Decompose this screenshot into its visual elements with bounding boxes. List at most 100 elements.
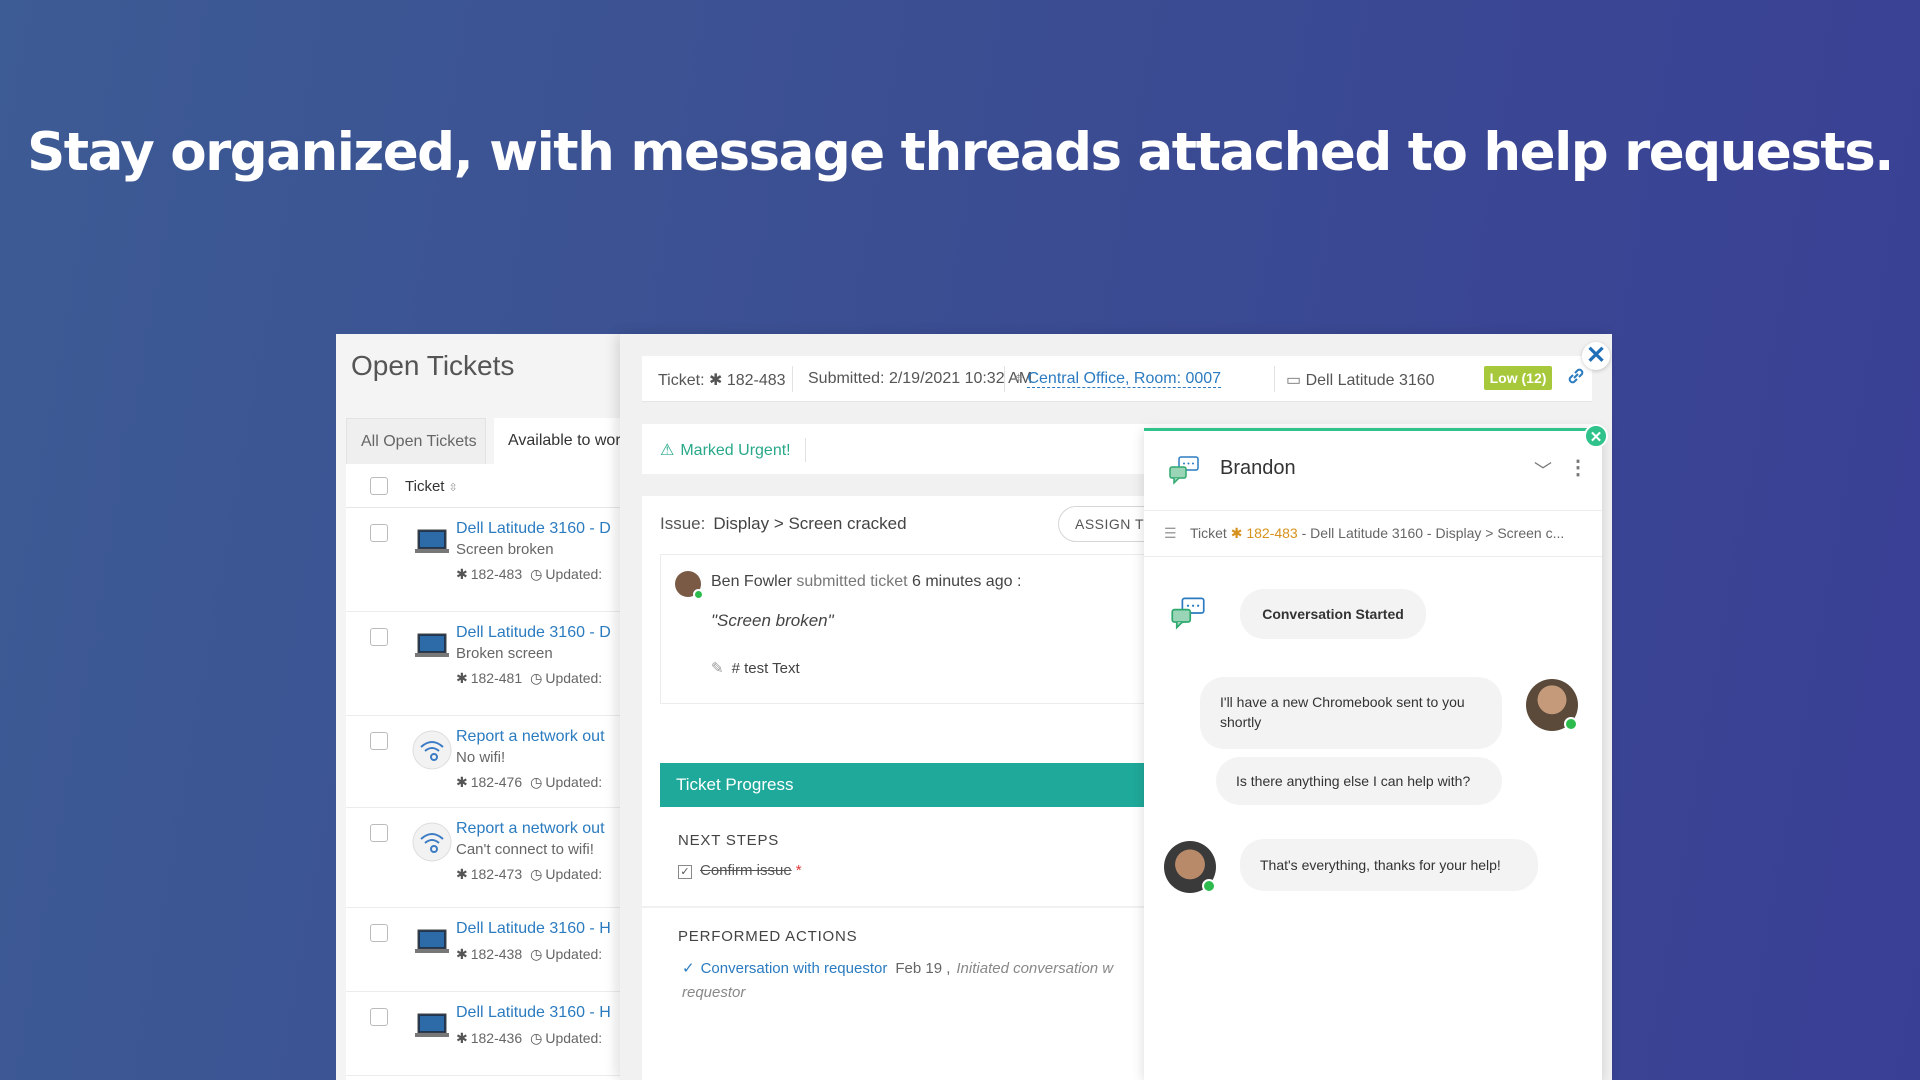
ticket-subtitle: Screen broken [456,541,554,558]
urgent-status: ⚠ Marked Urgent! [660,442,791,459]
row-checkbox[interactable] [370,732,388,750]
ticket-title-link[interactable]: Dell Latitude 3160 - D [456,520,611,538]
ticket-meta: ✱ 182-473 ◷ Updated: [456,866,603,882]
close-icon[interactable]: ✕ [1582,342,1610,370]
headline: Stay organized, with message threads att… [27,122,1894,183]
list-icon: ☰ [1164,525,1177,541]
ticket-number: Ticket: ✱ 182-483 [658,372,786,389]
map-pin-icon: ⌖ [1014,370,1024,387]
next-step-item[interactable]: ✓ Confirm issue * [678,862,802,879]
chat-ticket-reference[interactable]: ☰ Ticket ✱ 182-483 - Dell Latitude 3160 … [1144,511,1602,557]
ticket-subtitle: Broken screen [456,645,553,662]
chat-contact-name: Brandon [1220,457,1296,479]
laptop-icon [415,929,449,953]
tab-all-open-tickets[interactable]: All Open Tickets [346,418,486,464]
device: ▭ Dell Latitude 3160 [1286,372,1435,389]
ticket-row[interactable]: Report a network out Can't connect to wi… [346,808,626,908]
performed-action-desc: requestor [682,984,746,1001]
ticket-subtitle: No wifi! [456,749,506,766]
ticket-meta: ✱ 182-483 ◷ Updated: [456,566,603,582]
laptop-outline-icon: ▭ [1286,372,1302,389]
checkmark-icon: ✓ [682,960,695,977]
submitted-date: Submitted: 2/19/2021 10:32 AM [808,370,1033,387]
chat-bubbles-icon [1169,456,1199,485]
ticket-info-bar: Ticket: ✱ 182-483 Submitted: 2/19/2021 1… [642,356,1592,402]
sort-icon[interactable]: ⇳ [448,481,457,494]
ticket-list-header: Ticket ⇳ [346,464,626,508]
ticket-row[interactable]: Dell Latitude 3160 - H ✱ 182-438 ◷ Updated: [346,908,626,992]
note: ✎ # test Text [711,660,800,677]
location[interactable]: ⌖ Central Office, Room: 0007 [1014,370,1222,388]
ticket-title-link[interactable]: Report a network out [456,820,605,838]
submission-quote: "Screen broken" [711,611,834,630]
issue-label: Issue: Display > Screen cracked [660,514,907,533]
chat-ticket-number[interactable]: 182-483 [1246,525,1297,541]
link-icon[interactable] [1564,364,1588,388]
chat-panel: Brandon ﹀ ⋮ ☰ Ticket ✱ 182-483 - Dell La… [1144,428,1602,1080]
chevron-down-icon[interactable]: ﹀ [1534,457,1552,483]
ticket-column-label: Ticket [405,478,445,495]
open-tickets-panel: Open Tickets All Open Tickets Available … [336,334,626,1080]
wifi-icon [412,730,452,770]
gear-icon: ✱ [456,566,468,582]
row-checkbox[interactable] [370,1008,388,1026]
system-message: Conversation Started [1240,589,1426,639]
ticket-title-link[interactable]: Dell Latitude 3160 - D [456,624,611,642]
chat-bubbles-icon [1171,597,1205,630]
ticket-row[interactable]: Report a network out No wifi! ✱ 182-476 ◷ U… [346,716,626,808]
gear-icon: ✱ [1230,525,1243,541]
warning-icon: ⚠ [660,442,675,459]
ticket-meta: ✱ 182-436 ◷ Updated: [456,1030,603,1046]
location-link[interactable]: Central Office, Room: 0007 [1027,370,1222,388]
agent-message: Is there anything else I can help with? [1216,757,1502,805]
row-checkbox[interactable] [370,924,388,942]
laptop-icon [415,1013,449,1037]
wifi-icon [412,822,452,862]
agent-message: I'll have a new Chromebook sent to you s… [1200,677,1502,749]
ticket-meta: ✱ 182-481 ◷ Updated: [456,670,603,686]
tab-available-to-work[interactable]: Available to wor [494,418,626,464]
ticket-row[interactable]: Dell Latitude 3160 - H ✱ 182-436 ◷ Updated: [346,992,626,1076]
gear-icon: ✱ [456,946,468,962]
clock-icon: ◷ [530,1030,543,1046]
row-checkbox[interactable] [370,628,388,646]
ticket-subtitle: Can't connect to wifi! [456,841,594,858]
laptop-icon [415,633,449,657]
clock-icon: ◷ [530,946,543,962]
ticket-list: Ticket ⇳ Dell Latitude 3160 - D Screen br… [346,464,626,1080]
performed-action-item: ✓ Conversation with requestor Feb 19 , Init… [682,960,1114,977]
row-checkbox[interactable] [370,524,388,542]
clock-icon: ◷ [530,670,543,686]
close-chat-icon[interactable]: ✕ [1584,424,1608,448]
checkbox-checked-icon[interactable]: ✓ [678,865,692,879]
pencil-icon[interactable]: ✎ [711,660,724,677]
clock-icon: ◷ [530,566,543,582]
open-tickets-title: Open Tickets [351,350,515,381]
ticket-row[interactable]: Dell Latitude 3160 - D Screen broken ✱ 18… [346,508,626,612]
next-steps-label: NEXT STEPS [678,832,780,849]
requestor-message: That's everything, thanks for your help! [1240,839,1538,891]
priority-badge[interactable]: Low (12) [1484,366,1552,390]
online-indicator [1564,717,1578,731]
clock-icon: ◷ [530,866,543,882]
conversation-link[interactable]: Conversation with requestor [701,960,888,977]
more-options-icon[interactable]: ⋮ [1568,455,1588,480]
gear-icon: ✱ [456,670,468,686]
ticket-column-header[interactable]: Ticket ⇳ [405,478,458,495]
gear-icon: ✱ [456,774,468,790]
clock-icon: ◷ [530,774,543,790]
ticket-meta: ✱ 182-438 ◷ Updated: [456,946,603,962]
select-all-checkbox[interactable] [370,477,388,495]
gear-icon: ✱ [456,866,468,882]
online-indicator [1202,879,1216,893]
chat-header: Brandon ﹀ ⋮ [1144,431,1602,511]
online-indicator [693,589,704,600]
ticket-title-link[interactable]: Dell Latitude 3160 - H [456,920,611,938]
gear-icon: ✱ [456,1030,468,1046]
row-checkbox[interactable] [370,824,388,842]
ticket-row[interactable]: Dell Latitude 3160 - D Broken screen ✱ 18… [346,612,626,716]
performed-actions-label: PERFORMED ACTIONS [678,928,858,945]
gear-icon: ✱ [708,372,723,389]
ticket-title-link[interactable]: Report a network out [456,728,605,746]
ticket-title-link[interactable]: Dell Latitude 3160 - H [456,1004,611,1022]
